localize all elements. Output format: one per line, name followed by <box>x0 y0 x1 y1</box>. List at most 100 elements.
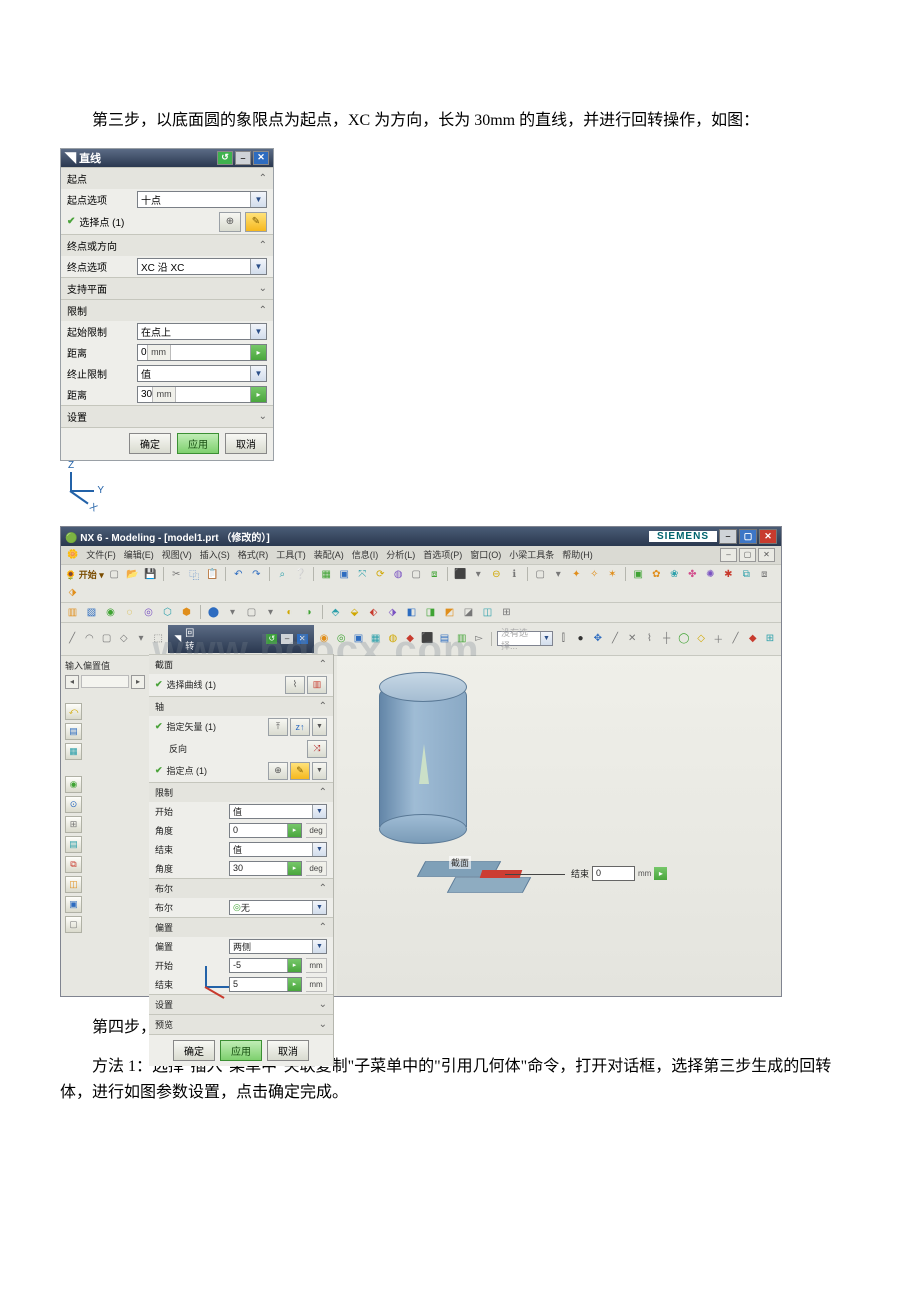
cancel-button[interactable]: 取消 <box>267 1040 309 1061</box>
rt-icon[interactable]: ◇ <box>694 631 708 646</box>
menu-insert[interactable]: 插入(S) <box>200 548 230 561</box>
style-icon[interactable]: ✦ <box>569 567 584 582</box>
section-settings[interactable]: 设置⌄ <box>61 405 273 427</box>
section-axis[interactable]: 轴⌃ <box>149 696 333 716</box>
app-titlebar[interactable]: 🟢 NX 6 - Modeling - [model1.prt （修改的）] S… <box>61 527 781 546</box>
nav-icon[interactable]: ▤ <box>65 836 82 853</box>
cut-icon[interactable]: ✂ <box>169 567 184 582</box>
rt-icon[interactable]: ◆ <box>746 631 760 646</box>
info-icon[interactable]: ℹ <box>507 567 522 582</box>
minimize-icon[interactable]: – <box>281 634 292 644</box>
s8-icon[interactable]: ⧈ <box>757 567 772 582</box>
z-icon[interactable]: z↑ <box>290 718 310 736</box>
section-boolean[interactable]: 布尔⌃ <box>149 878 333 898</box>
toolbar-row1[interactable]: 🌻 开始 ▾ ▢ 📂 💾 ✂ ⿻ 📋 ↶ ↷ ⌕ ❔ ▦ ▣ ⤧ ⟳ ◍ ▢ ⧈… <box>61 564 781 602</box>
selection-icon[interactable]: ⬛ <box>453 567 468 582</box>
point-picker-icon[interactable]: ⊕ <box>219 212 241 232</box>
menu-format[interactable]: 格式(R) <box>238 548 269 561</box>
chevron-down-icon[interactable]: ▼ <box>250 192 266 207</box>
tb2-icon[interactable]: ◩ <box>442 605 457 620</box>
dim-icon[interactable]: ▢ <box>533 567 548 582</box>
minimize-icon[interactable]: – <box>235 151 251 165</box>
menu-file[interactable]: 文件(F) <box>86 548 116 561</box>
tb2-icon[interactable]: ⬙ <box>347 605 362 620</box>
tb2-icon[interactable]: ⬡ <box>160 605 175 620</box>
menu-edit[interactable]: 编辑(E) <box>124 548 154 561</box>
sketch-line-icon[interactable]: ╱ <box>65 631 79 646</box>
point-icon[interactable]: ⊕ <box>268 762 288 780</box>
section-limit[interactable]: 限制⌃ <box>149 782 333 802</box>
selection-filter-combo[interactable]: 没有选择... ▼ <box>497 631 553 646</box>
sketch-arc-icon[interactable]: ◠ <box>82 631 96 646</box>
rt-icon[interactable]: ▻ <box>472 631 486 646</box>
tb2-icon[interactable]: ▾ <box>225 605 240 620</box>
dialog-titlebar[interactable]: ◥ 直线 ↺ – ✕ <box>61 149 273 167</box>
chevron-down-icon[interactable]: ▼ <box>312 762 327 780</box>
offset-start-input[interactable]: -5▸ <box>229 958 302 973</box>
rt-icon[interactable]: ◍ <box>386 631 400 646</box>
rt-icon[interactable]: ⬛ <box>420 631 434 646</box>
tb2-icon[interactable]: ◐ <box>282 605 297 620</box>
rt-icon[interactable]: ⊞ <box>763 631 777 646</box>
s5-icon[interactable]: ✺ <box>703 567 718 582</box>
left-scroll[interactable]: ◂ ▸ <box>61 673 149 691</box>
s1-icon[interactable]: ▣ <box>631 567 646 582</box>
nav-icon[interactable]: ▣ <box>65 896 82 913</box>
menu-info[interactable]: 信息(I) <box>352 548 379 561</box>
end-option-combo[interactable]: XC 沿 XC ▼ <box>137 258 267 275</box>
tb2-icon[interactable]: ⬤ <box>206 605 221 620</box>
left-sidebar[interactable]: ⤺ ▤ ▦ ◉ ⊙ ⊞ ▤ ⧉ ◫ ▣ ▢ <box>61 699 149 937</box>
distance1-input[interactable]: 0 mm ▸ <box>137 344 267 361</box>
section-offset[interactable]: 偏置⌃ <box>149 917 333 937</box>
chevron-down-icon[interactable]: ▼ <box>250 366 266 381</box>
tb2-icon[interactable]: ⬘ <box>328 605 343 620</box>
trim-icon[interactable]: ▾ <box>471 567 486 582</box>
vector-icon[interactable]: ⤒ <box>268 718 288 736</box>
section-end-or-dir[interactable]: 终点或方向⌃ <box>61 234 273 256</box>
section-preview[interactable]: 预览⌄ <box>149 1014 333 1034</box>
tb2-icon[interactable]: ⊞ <box>499 605 514 620</box>
angle1-input[interactable]: 0▸ <box>229 823 302 838</box>
measure-icon[interactable]: ⊖ <box>489 567 504 582</box>
rt-icon[interactable]: ╱ <box>608 631 622 646</box>
tb2-icon[interactable]: ▧ <box>84 605 99 620</box>
stepper-icon[interactable]: ▸ <box>287 959 301 972</box>
window-close-icon[interactable]: ✕ <box>759 529 777 544</box>
reverse-icon[interactable]: ⤨ <box>307 740 327 758</box>
rt-icon[interactable]: ◎ <box>334 631 348 646</box>
tb2-icon[interactable]: ◎ <box>141 605 156 620</box>
s2-icon[interactable]: ✿ <box>649 567 664 582</box>
view-layer-icon[interactable]: ⧈ <box>427 567 442 582</box>
rt-icon[interactable]: ● <box>573 631 587 646</box>
scroll-track[interactable] <box>81 675 129 688</box>
toolbar-row3[interactable]: ╱ ◠ ▢ ◇ ▾ ⬚ ◥ 回转 ↺ – ✕ ◉ ◎ ▣ ▦ ◍ ◆ ⬛ ▤ ▥… <box>61 622 781 655</box>
point-construct-icon[interactable]: ✎ <box>245 212 267 232</box>
s6-icon[interactable]: ✱ <box>721 567 736 582</box>
tb2-icon[interactable]: ◌ <box>122 605 137 620</box>
ok-button[interactable]: 确定 <box>129 433 171 454</box>
style2-icon[interactable]: ✧ <box>587 567 602 582</box>
section-settings[interactable]: 设置⌄ <box>149 994 333 1014</box>
s7-icon[interactable]: ⧉ <box>739 567 754 582</box>
view-pan-icon[interactable]: ⤧ <box>355 567 370 582</box>
nav-icon[interactable]: ▤ <box>65 723 82 740</box>
view-rotate-icon[interactable]: ⟳ <box>373 567 388 582</box>
nav-icon[interactable]: ◉ <box>65 776 82 793</box>
start-option-combo[interactable]: 十点 ▼ <box>137 191 267 208</box>
rt-icon[interactable]: ⫿ <box>556 631 570 646</box>
rt-icon[interactable]: ▣ <box>351 631 365 646</box>
rt-icon[interactable]: ▥ <box>455 631 469 646</box>
style3-icon[interactable]: ✶ <box>605 567 620 582</box>
chevron-down-icon[interactable]: ▼ <box>250 259 266 274</box>
offset-end-input[interactable]: 5▸ <box>229 977 302 992</box>
open-icon[interactable]: 📂 <box>125 567 140 582</box>
new-icon[interactable]: ▢ <box>107 567 122 582</box>
curve-icon[interactable]: ⌇ <box>285 676 305 694</box>
tb2-icon[interactable]: ▢ <box>244 605 259 620</box>
section-section[interactable]: 截面⌃ <box>149 654 333 674</box>
chevron-down-icon[interactable]: ▼ <box>312 805 326 818</box>
tb2-icon[interactable]: ◨ <box>423 605 438 620</box>
apply-button[interactable]: 应用 <box>220 1040 262 1061</box>
stepper-icon[interactable]: ▸ <box>287 862 301 875</box>
view-zoom-icon[interactable]: ▣ <box>337 567 352 582</box>
